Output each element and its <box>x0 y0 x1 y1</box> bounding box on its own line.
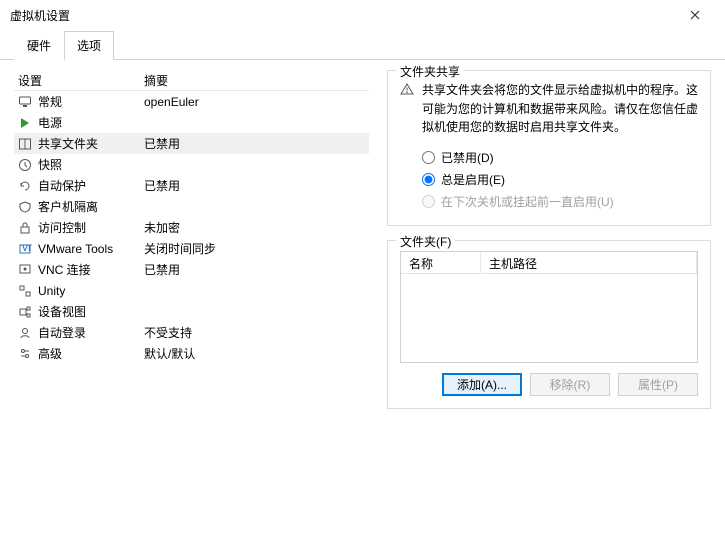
row-label: 自动保护 <box>38 177 86 194</box>
row-label: 共享文件夹 <box>38 135 98 152</box>
radio-nextboot: 在下次关机或挂起前一直启用(U) <box>422 191 698 213</box>
window-title: 虚拟机设置 <box>10 7 70 24</box>
tab-options[interactable]: 选项 <box>64 31 114 60</box>
share-warning: 共享文件夹会将您的文件显示给虚拟机中的程序。这可能为您的计算机和数据带来风险。请… <box>400 81 698 137</box>
folders-col-path[interactable]: 主机路径 <box>481 252 697 273</box>
list-row-advanced[interactable]: 高级 默认/默认 <box>14 343 369 364</box>
folders-group: 文件夹(F) 名称 主机路径 添加(A)... 移除(R) 属性(P) <box>387 240 711 409</box>
row-label: 访问控制 <box>38 219 86 236</box>
shield-icon <box>18 200 32 214</box>
row-label: 快照 <box>38 156 62 173</box>
settings-icon <box>18 347 32 361</box>
list-row-vmware-tools[interactable]: vm VMware Tools 关闭时间同步 <box>14 238 369 259</box>
row-summary: openEuler <box>144 95 369 109</box>
radio-disabled-label: 已禁用(D) <box>441 149 494 166</box>
play-icon <box>18 116 32 130</box>
detail-panel: 文件夹共享 共享文件夹会将您的文件显示给虚拟机中的程序。这可能为您的计算机和数据… <box>387 70 711 423</box>
folder-sharing-group: 文件夹共享 共享文件夹会将您的文件显示给虚拟机中的程序。这可能为您的计算机和数据… <box>387 70 711 226</box>
list-row-vnc[interactable]: VNC 连接 已禁用 <box>14 259 369 280</box>
row-summary: 已禁用 <box>144 135 369 152</box>
row-label: 客户机隔离 <box>38 198 98 215</box>
header-summary: 摘要 <box>144 72 369 89</box>
radio-disabled-input[interactable] <box>422 151 435 164</box>
list-row-appliance-view[interactable]: 设备视图 <box>14 301 369 322</box>
unity-icon <box>18 284 32 298</box>
list-row-autologin[interactable]: 自动登录 不受支持 <box>14 322 369 343</box>
content-area: 设置 摘要 常规 openEuler 电源 共享文件夹 已禁用 快照 自动保护 … <box>0 60 725 433</box>
radio-disabled[interactable]: 已禁用(D) <box>422 147 698 169</box>
row-label: Unity <box>38 284 65 298</box>
folder-icon <box>18 137 32 151</box>
list-row-general[interactable]: 常规 openEuler <box>14 91 369 112</box>
row-label: 电源 <box>38 114 62 131</box>
radio-always[interactable]: 总是启用(E) <box>422 169 698 191</box>
list-row-power[interactable]: 电源 <box>14 112 369 133</box>
folders-title: 文件夹(F) <box>396 233 455 250</box>
vnc-icon <box>18 263 32 277</box>
row-label: 设备视图 <box>38 303 86 320</box>
title-bar: 虚拟机设置 <box>0 0 725 30</box>
list-row-autoprotect[interactable]: 自动保护 已禁用 <box>14 175 369 196</box>
radio-always-input[interactable] <box>422 173 435 186</box>
folders-table[interactable]: 名称 主机路径 <box>400 251 698 363</box>
row-label: 常规 <box>38 93 62 110</box>
row-summary: 默认/默认 <box>144 345 369 362</box>
user-icon <box>18 326 32 340</box>
row-summary: 关闭时间同步 <box>144 240 369 257</box>
folders-col-name[interactable]: 名称 <box>401 252 481 273</box>
tab-strip: 硬件 选项 <box>0 30 725 60</box>
row-summary: 已禁用 <box>144 261 369 278</box>
add-button[interactable]: 添加(A)... <box>442 373 522 396</box>
row-summary: 未加密 <box>144 219 369 236</box>
remove-button: 移除(R) <box>530 373 610 396</box>
row-label: VNC 连接 <box>38 261 91 278</box>
clock-icon <box>18 158 32 172</box>
radio-nextboot-label: 在下次关机或挂起前一直启用(U) <box>441 193 614 210</box>
folder-sharing-title: 文件夹共享 <box>396 63 464 80</box>
share-warning-text: 共享文件夹会将您的文件显示给虚拟机中的程序。这可能为您的计算机和数据带来风险。请… <box>422 81 698 137</box>
row-label: 高级 <box>38 345 62 362</box>
list-row-snapshots[interactable]: 快照 <box>14 154 369 175</box>
device-view-icon <box>18 305 32 319</box>
monitor-icon <box>18 95 32 109</box>
row-label: 自动登录 <box>38 324 86 341</box>
row-summary: 已禁用 <box>144 177 369 194</box>
close-icon <box>690 10 700 20</box>
row-summary: 不受支持 <box>144 324 369 341</box>
close-button[interactable] <box>675 0 715 30</box>
radio-nextboot-input <box>422 195 435 208</box>
svg-text:vm: vm <box>22 242 32 254</box>
vmware-icon: vm <box>18 242 32 256</box>
folders-table-header: 名称 主机路径 <box>401 252 697 274</box>
list-row-access-control[interactable]: 访问控制 未加密 <box>14 217 369 238</box>
radio-always-label: 总是启用(E) <box>441 171 505 188</box>
list-header: 设置 摘要 <box>14 70 369 91</box>
lock-icon <box>18 221 32 235</box>
share-radios: 已禁用(D) 总是启用(E) 在下次关机或挂起前一直启用(U) <box>400 147 698 213</box>
refresh-icon <box>18 179 32 193</box>
list-row-shared-folders[interactable]: 共享文件夹 已禁用 <box>14 133 369 154</box>
folders-buttons: 添加(A)... 移除(R) 属性(P) <box>400 373 698 396</box>
settings-list: 设置 摘要 常规 openEuler 电源 共享文件夹 已禁用 快照 自动保护 … <box>14 70 369 423</box>
list-row-guest-isolation[interactable]: 客户机隔离 <box>14 196 369 217</box>
list-row-unity[interactable]: Unity <box>14 280 369 301</box>
row-label: VMware Tools <box>38 242 113 256</box>
header-device: 设置 <box>14 72 144 89</box>
warning-icon <box>400 82 414 96</box>
tab-hardware[interactable]: 硬件 <box>14 31 64 60</box>
properties-button: 属性(P) <box>618 373 698 396</box>
